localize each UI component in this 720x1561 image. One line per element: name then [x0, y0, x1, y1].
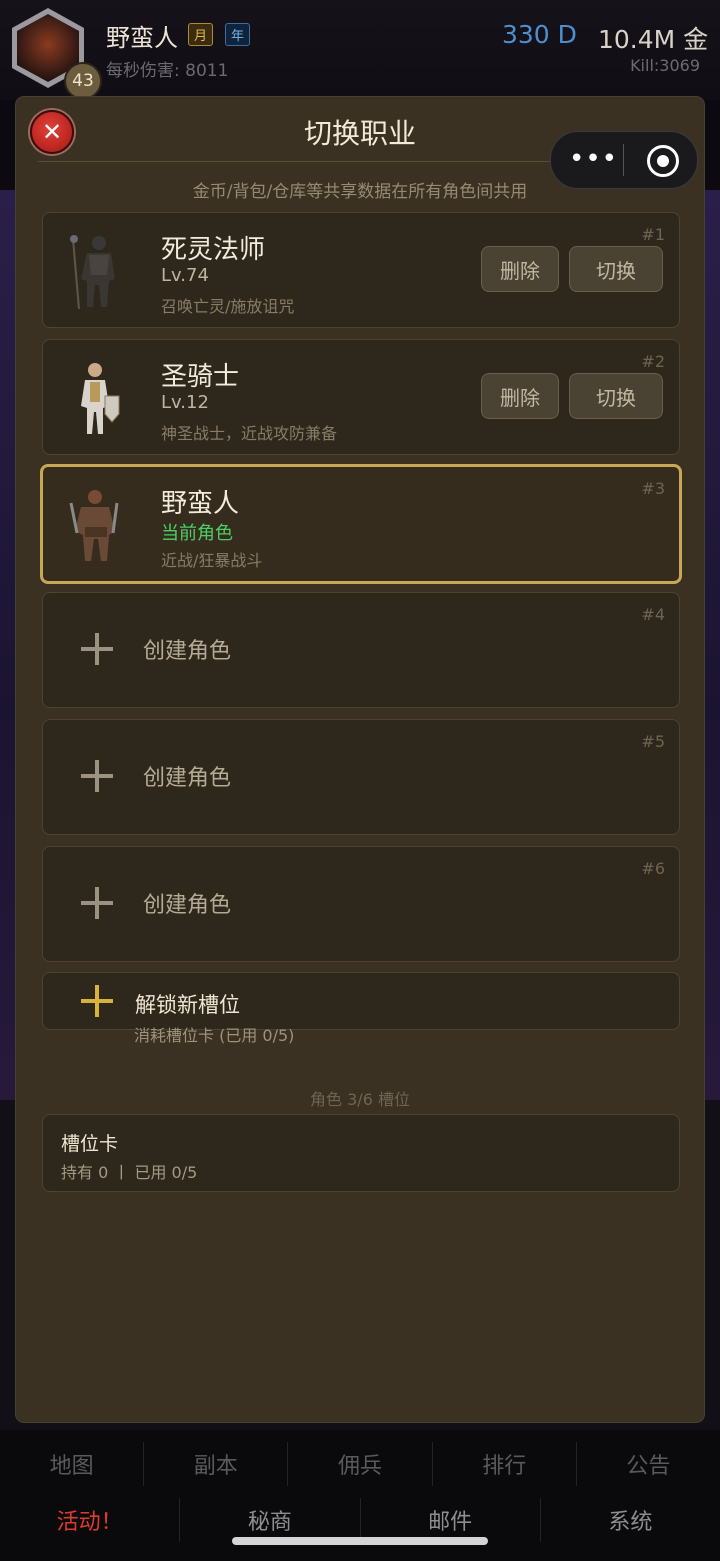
- slot-number: #6: [641, 859, 665, 878]
- character-level: Lv.12: [161, 392, 209, 413]
- switch-character-button[interactable]: 切换: [569, 246, 663, 292]
- character-card-necromancer[interactable]: #1 死灵法师 Lv.74 召唤亡灵/施放诅咒 删除 切换: [42, 212, 680, 328]
- nav-map[interactable]: 地图: [0, 1442, 145, 1486]
- create-character-label: 创建角色: [143, 893, 232, 918]
- player-level-badge: 43: [64, 62, 102, 100]
- barbarian-portrait-icon: [69, 490, 119, 561]
- slot-number: #1: [641, 225, 665, 244]
- player-name: 野蛮人: [106, 24, 178, 52]
- nav-row-primary: 地图 副本 佣兵 排行 公告: [0, 1442, 720, 1486]
- delete-character-button[interactable]: 删除: [481, 373, 559, 419]
- slot-card-title: 槽位卡: [61, 1133, 119, 1155]
- plus-icon: [81, 633, 113, 665]
- empty-slot-card[interactable]: #6 创建角色: [42, 846, 680, 962]
- gold-count: 10.4M 金: [598, 25, 709, 54]
- diamond-count: 330 D: [502, 20, 577, 49]
- character-description: 近战/狂暴战斗: [161, 551, 263, 570]
- slot-number: #3: [641, 479, 665, 498]
- slot-number: #2: [641, 352, 665, 371]
- nav-events[interactable]: 活动！: [0, 1498, 181, 1542]
- create-character-label: 创建角色: [143, 766, 232, 791]
- background-scene-left: [0, 190, 16, 1231]
- empty-slot-card[interactable]: #5 创建角色: [42, 719, 680, 835]
- plus-icon: [81, 887, 113, 919]
- nav-secret-shop[interactable]: 秘商: [180, 1498, 361, 1542]
- character-description: 召唤亡灵/施放诅咒: [161, 297, 295, 316]
- slot-card-panel: 槽位卡 持有 0 丨 已用 0/5: [42, 1114, 680, 1192]
- yearly-card-badge: 年: [225, 23, 251, 46]
- character-level: Lv.74: [161, 265, 209, 286]
- player-avatar[interactable]: 43: [12, 8, 102, 100]
- necromancer-portrait-icon: [70, 235, 115, 310]
- character-name: 死灵法师: [161, 235, 266, 265]
- plus-icon: [81, 760, 113, 792]
- delete-character-button[interactable]: 删除: [481, 246, 559, 292]
- create-character-label: 创建角色: [143, 639, 232, 664]
- nav-mail[interactable]: 邮件: [361, 1498, 541, 1542]
- game-header: 43 野蛮人 月 年 每秒伤害: 8011 330 D 10.4M 金 Kill…: [0, 0, 720, 100]
- nav-mercenary[interactable]: 佣兵: [288, 1442, 433, 1486]
- paladin-portrait-icon: [81, 363, 120, 434]
- switch-character-button[interactable]: 切换: [569, 373, 663, 419]
- character-name: 圣骑士: [161, 362, 240, 392]
- character-card-barbarian-active[interactable]: #3 野蛮人 当前角色 近战/狂暴战斗: [40, 464, 682, 584]
- modal-subtitle: 金币/背包/仓库等共享数据在所有角色间共用: [192, 182, 528, 202]
- more-options-icon[interactable]: •••: [569, 144, 617, 174]
- character-name: 野蛮人: [161, 489, 240, 519]
- home-indicator[interactable]: [232, 1537, 488, 1545]
- nav-dungeon[interactable]: 副本: [144, 1442, 289, 1486]
- gold-plus-icon: [81, 985, 113, 1017]
- dps-readout: 每秒伤害: 8011: [106, 61, 229, 81]
- monthly-card-badge: 月: [188, 23, 214, 46]
- nav-row-secondary: 活动！ 秘商 邮件 系统: [0, 1498, 720, 1542]
- kill-count: Kill:3069: [630, 56, 700, 75]
- character-card-paladin[interactable]: #2 圣骑士 Lv.12 神圣战士，近战攻防兼备 删除 切换: [42, 339, 680, 455]
- empty-slot-card[interactable]: #4 创建角色: [42, 592, 680, 708]
- nav-announcement[interactable]: 公告: [577, 1442, 720, 1486]
- slot-count: 角色 3/6 槽位: [310, 1090, 410, 1109]
- current-character-label: 当前角色: [161, 523, 233, 544]
- exit-miniprogram-icon[interactable]: [647, 145, 679, 177]
- unlock-slot-title: 解锁新槽位: [135, 993, 240, 1017]
- nav-system[interactable]: 系统: [541, 1498, 720, 1542]
- slot-card-stat: 持有 0 丨 已用 0/5: [61, 1163, 198, 1182]
- unlock-slot-subtitle: 消耗槽位卡 (已用 0/5): [134, 1026, 295, 1045]
- slot-number: #5: [641, 732, 665, 751]
- nav-ranking[interactable]: 排行: [433, 1442, 577, 1486]
- background-scene-right: [704, 190, 720, 1231]
- character-description: 神圣战士，近战攻防兼备: [161, 424, 338, 443]
- slot-number: #4: [641, 605, 665, 624]
